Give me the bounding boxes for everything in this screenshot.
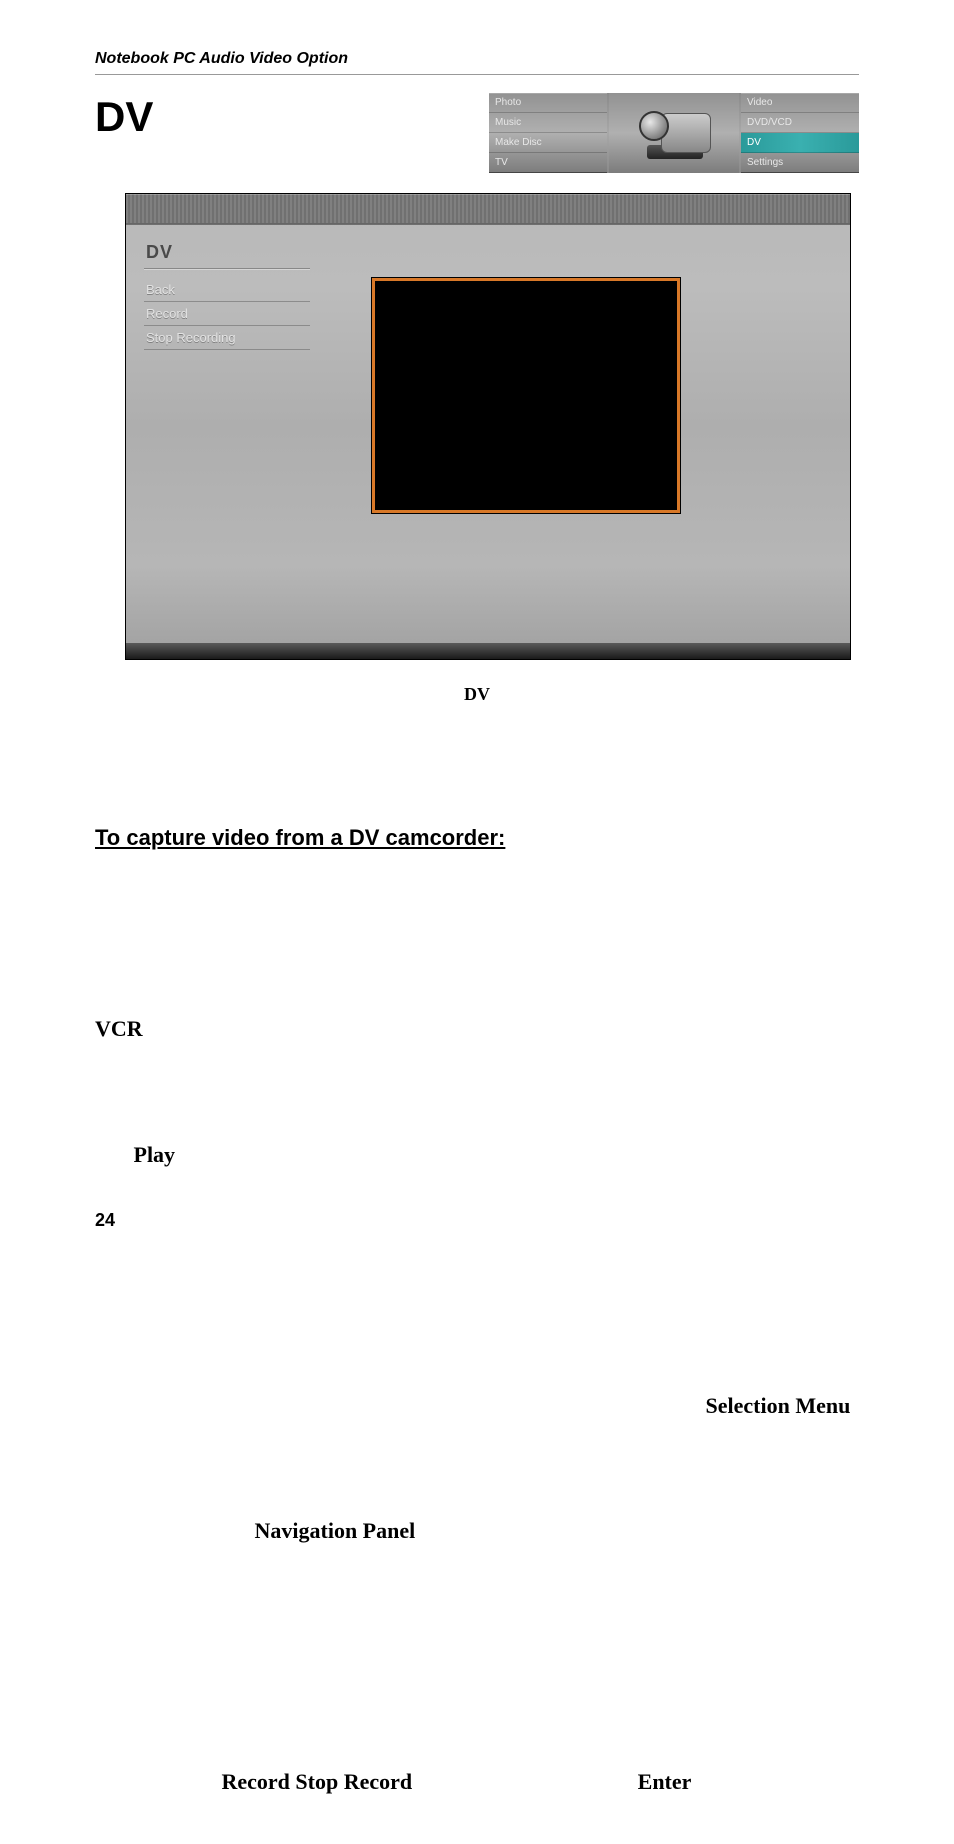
camcorder-icon [629,103,719,163]
menu-item-dv[interactable]: DV [741,133,859,153]
figure-caption: DV [95,684,859,705]
word-selection-menu: Selection Menu [706,1393,851,1418]
menu-item-tv[interactable]: TV [489,153,607,173]
dv-panel-topbar [126,194,850,224]
dv-panel-bottombar [126,643,850,659]
word-navigation-panel: Navigation Panel [255,1518,416,1543]
page-title: DV [95,93,153,173]
menu-item-settings[interactable]: Settings [741,153,859,173]
top-menu-right-col: Video DVD/VCD DV Settings [741,93,859,173]
page-number: 24 [95,1210,115,1231]
dv-menu-stop-recording[interactable]: Stop Recording [144,326,310,350]
dv-preview-screen [372,278,680,513]
instructions-body: xxxxxxxxxxxxxxxxxxxxxxxxxxxxxxxxxxxxxxxx… [95,883,859,1844]
top-menu-center-image [609,93,739,173]
menu-item-photo[interactable]: Photo [489,93,607,113]
dv-panel: DV Back Record Stop Recording [125,193,851,660]
word-vcr: VCR [95,1016,143,1041]
dv-panel-title: DV [146,242,173,263]
dv-menu-back[interactable]: Back [144,278,310,302]
dv-panel-divider [144,268,310,269]
menu-item-dvd-vcd[interactable]: DVD/VCD [741,113,859,133]
word-record-stop: Record Stop [222,1769,339,1794]
menu-item-video[interactable]: Video [741,93,859,113]
top-row: DV Photo Music Make Disc TV Video DVD/VC… [95,93,859,173]
word-record: Record [344,1769,412,1794]
header-title: Notebook PC Audio Video Option [95,50,859,75]
dv-menu-record[interactable]: Record [144,302,310,326]
instructions-heading: To capture video from a DV camcorder: [95,825,859,851]
word-enter: Enter [638,1769,692,1794]
top-menu-left-col: Photo Music Make Disc TV [489,93,607,173]
menu-item-make-disc[interactable]: Make Disc [489,133,607,153]
dv-menu-list: Back Record Stop Recording [144,278,310,350]
word-play: Play [134,1142,176,1167]
menu-item-music[interactable]: Music [489,113,607,133]
top-menu: Photo Music Make Disc TV Video DVD/VCD D… [489,93,859,173]
